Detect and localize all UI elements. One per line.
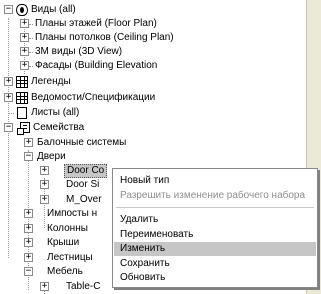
menu-separator bbox=[116, 207, 314, 208]
menu-item-save[interactable]: Сохранить bbox=[114, 257, 316, 271]
expand-icon[interactable]: + bbox=[24, 238, 33, 247]
expand-icon[interactable]: + bbox=[20, 33, 29, 42]
tree-label-3d-views: 3М виды (3D View) bbox=[35, 46, 123, 57]
menu-item-rename[interactable]: Переименовать bbox=[114, 228, 316, 242]
expand-icon[interactable]: + bbox=[24, 253, 33, 262]
tree-node-legends[interactable]: + Легенды bbox=[0, 75, 300, 89]
tree-label-door-si: Door Si bbox=[66, 179, 100, 190]
expand-icon[interactable]: + bbox=[40, 195, 49, 204]
tree-label-views: Виды (all) bbox=[31, 4, 76, 15]
tree-node-beam-systems[interactable]: + Балочные системы bbox=[0, 136, 300, 150]
expand-icon[interactable]: + bbox=[4, 77, 13, 86]
expand-icon[interactable]: + bbox=[20, 19, 29, 28]
tree-node-elevations[interactable]: + Фасады (Building Elevation bbox=[0, 59, 300, 73]
sheet-icon bbox=[17, 107, 27, 119]
expand-icon[interactable]: + bbox=[24, 138, 33, 147]
tree-node-doors[interactable]: − Двери bbox=[0, 150, 300, 164]
tree-node-3d-views[interactable]: + 3М виды (3D View) bbox=[0, 45, 300, 59]
tree-node-schedules[interactable]: + Ведомости/Спецификации bbox=[0, 91, 300, 105]
collapse-icon[interactable]: − bbox=[4, 5, 13, 14]
eye-icon bbox=[16, 4, 28, 16]
menu-item-allow-workset-edit: Разрешить изменение рабочего набора bbox=[120, 190, 306, 201]
menu-item-new-type[interactable]: Новый тип bbox=[114, 174, 316, 188]
tree-node-views[interactable]: − Виды (all) bbox=[0, 3, 300, 17]
menu-item-reload[interactable]: Обновить bbox=[114, 271, 316, 285]
menu-item-edit[interactable]: Изменить bbox=[114, 242, 316, 256]
collapse-icon[interactable]: − bbox=[4, 123, 13, 132]
collapse-icon[interactable]: − bbox=[24, 267, 33, 276]
expand-icon[interactable]: + bbox=[4, 93, 13, 102]
collapse-icon[interactable]: − bbox=[24, 152, 33, 161]
schedule-icon bbox=[16, 92, 28, 104]
tree-label-roofs: Крыши bbox=[47, 237, 80, 248]
tree-label-m-over: M_Over bbox=[66, 194, 102, 205]
tree-node-floor-plans[interactable]: + Планы этажей (Floor Plan) bbox=[0, 17, 300, 31]
tree-label-columns: Колонны bbox=[47, 223, 88, 234]
tree-label-legends: Легенды bbox=[31, 76, 71, 87]
menu-item-delete[interactable]: Удалить bbox=[114, 213, 316, 227]
expand-icon[interactable]: + bbox=[40, 180, 49, 189]
tree-label-schedules: Ведомости/Спецификации bbox=[31, 92, 156, 103]
expand-icon[interactable]: + bbox=[40, 282, 49, 291]
tree-node-sheets[interactable]: Листы (all) bbox=[0, 106, 300, 120]
tree-label-ceiling-plans: Планы потолков (Ceiling Plan) bbox=[35, 32, 174, 43]
tree-label-families: Семейства bbox=[33, 122, 85, 133]
tree-label-sheets: Листы (all) bbox=[31, 107, 80, 118]
expand-icon[interactable]: + bbox=[24, 209, 33, 218]
tree-label-stairs: Лестницы bbox=[47, 252, 93, 263]
expand-icon[interactable]: + bbox=[20, 61, 29, 70]
tree-node-ceiling-plans[interactable]: + Планы потолков (Ceiling Plan) bbox=[0, 31, 300, 45]
expand-icon[interactable]: + bbox=[40, 166, 49, 175]
tree-label-floor-plans: Планы этажей (Floor Plan) bbox=[35, 18, 157, 29]
tree-label-doors: Двери bbox=[37, 151, 66, 162]
tree-label-elevations: Фасады (Building Elevation bbox=[35, 60, 158, 71]
context-menu: Новый тип Разрешить изменение рабочего н… bbox=[112, 168, 318, 288]
family-icon bbox=[17, 122, 30, 135]
legend-icon bbox=[16, 76, 28, 88]
tree-node-families[interactable]: − Семейства bbox=[0, 121, 300, 135]
tree-label-furniture: Мебель bbox=[47, 266, 83, 277]
expand-icon[interactable]: + bbox=[20, 47, 29, 56]
tree-label-table-c: Table-C bbox=[66, 281, 101, 292]
tree-label-imposts: Импосты н bbox=[47, 208, 98, 219]
tree-label-door-co: Door Co bbox=[64, 164, 108, 178]
tree-label-beam-systems: Балочные системы bbox=[37, 137, 127, 148]
expand-icon[interactable]: + bbox=[24, 224, 33, 233]
